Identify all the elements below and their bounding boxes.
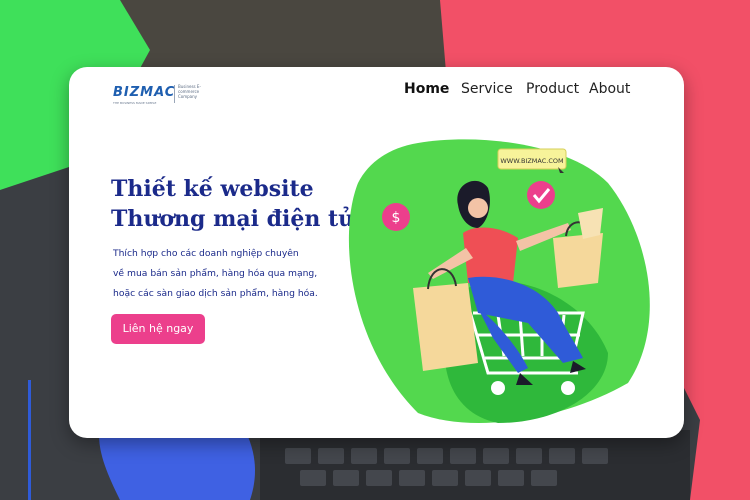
hero-title-line1: Thiết kế website — [111, 176, 314, 202]
nav-home[interactable]: Home — [404, 81, 449, 101]
landing-card: BIZMAC THE BUSINESS MADE SIMPLE Business… — [69, 67, 684, 438]
nav-service[interactable]: Service — [461, 81, 513, 101]
shopping-illustration: $ WWW.BIZMAC.COM — [348, 139, 650, 424]
desc-line: về mua bán sản phẩm, hàng hóa qua mạng, — [113, 268, 318, 279]
logo-divider — [174, 85, 175, 103]
logo-subtext: THE BUSINESS MADE SIMPLE — [113, 101, 157, 105]
check-icon — [527, 181, 555, 209]
hero-title: Thiết kế website Thương mại điện tử — [111, 174, 354, 234]
nav-about[interactable]: About — [589, 81, 630, 101]
nav-product[interactable]: Product — [526, 81, 579, 101]
url-sign-text: WWW.BIZMAC.COM — [500, 157, 563, 165]
dollar-icon: $ — [382, 203, 410, 231]
logo-wordmark: BIZMAC — [113, 85, 176, 100]
contact-button[interactable]: Liên hệ ngay — [111, 314, 205, 344]
brand-logo[interactable]: BIZMAC THE BUSINESS MADE SIMPLE Business… — [113, 83, 223, 107]
desc-line: Thích hợp cho các doanh nghiệp chuyên — [113, 248, 299, 259]
url-sign: WWW.BIZMAC.COM — [497, 148, 567, 173]
hero-title-line2: Thương mại điện tử — [111, 206, 355, 232]
coin-symbol: $ — [392, 210, 401, 226]
hero-description: Thích hợp cho các doanh nghiệp chuyên về… — [113, 244, 353, 304]
desc-line: hoặc các sàn giao dịch sản phẩm, hàng hó… — [113, 288, 318, 299]
logo-tagline: Business E-commerce Company — [178, 84, 201, 99]
